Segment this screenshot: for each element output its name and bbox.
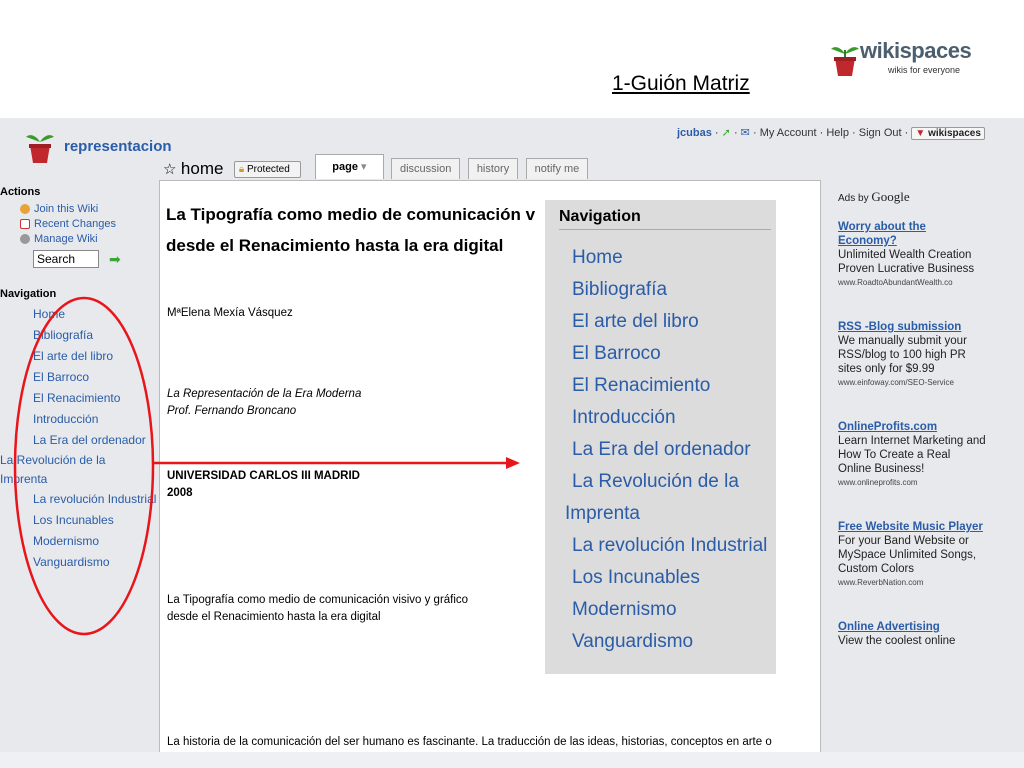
tab-notify-me[interactable]: notify me bbox=[525, 158, 589, 179]
ad-item[interactable]: Free Website Music Player For your Band … bbox=[838, 520, 986, 590]
calendar-icon bbox=[20, 219, 30, 229]
tab-page[interactable]: page ▾ bbox=[315, 154, 384, 179]
mail-icon[interactable]: ✉ bbox=[741, 127, 750, 139]
wiki-screenshot: representacion jcubas · ➚ · ✉ · My Accou… bbox=[0, 118, 1024, 752]
slide-title: 1-Guión Matriz bbox=[612, 72, 750, 95]
zoom-link-incunables[interactable]: Los Incunables bbox=[545, 562, 776, 594]
wikispaces-mini-logo[interactable]: ▼ wikispaces bbox=[911, 127, 985, 140]
flowerpot-icon bbox=[831, 47, 859, 76]
join-wiki-link[interactable]: Join this Wiki bbox=[0, 202, 158, 217]
actions-heading: Actions bbox=[0, 186, 41, 198]
zoom-link-introduccion[interactable]: Introducción bbox=[545, 402, 776, 434]
zoom-link-arte-del-libro[interactable]: El arte del libro bbox=[545, 306, 776, 338]
zoom-link-barroco[interactable]: El Barroco bbox=[545, 338, 776, 370]
nav-link-vanguardismo[interactable]: Vanguardismo bbox=[0, 552, 158, 573]
zoom-link-renacimiento[interactable]: El Renacimiento bbox=[545, 370, 776, 402]
username-link[interactable]: jcubas bbox=[677, 127, 712, 139]
ad-item[interactable]: OnlineProfits.com Learn Internet Marketi… bbox=[838, 420, 986, 490]
year-text: 2008 bbox=[167, 487, 193, 499]
zoom-link-modernismo[interactable]: Modernismo bbox=[545, 594, 776, 626]
zoom-link-revolucion-industrial[interactable]: La revolución Industrial bbox=[545, 530, 776, 562]
course-text: La Representación de la Era Moderna bbox=[167, 388, 362, 400]
site-logo-icon bbox=[26, 135, 54, 163]
brand-name: wikispaces bbox=[860, 38, 972, 63]
join-icon bbox=[20, 204, 30, 214]
content-title: La Tipografía como medio de comunicación… bbox=[166, 205, 536, 255]
recent-changes-link[interactable]: Recent Changes bbox=[0, 217, 158, 232]
subtitle-line2: desde el Renacimiento hasta la era digit… bbox=[167, 611, 381, 623]
ads-by-google: Ads by Google bbox=[838, 189, 910, 205]
nav-link-bibliografia[interactable]: Bibliografía bbox=[0, 325, 158, 346]
nav-link-revolucion-industrial[interactable]: La revolución Industrial bbox=[0, 489, 158, 510]
nav-link-era-ordenador[interactable]: La Era del ordenador bbox=[0, 430, 158, 451]
zoom-link-era-ordenador[interactable]: La Era del ordenador bbox=[545, 434, 776, 466]
navigation-zoom-callout: Navigation Home Bibliografía El arte del… bbox=[545, 200, 776, 674]
zoom-link-revolucion-imprenta[interactable]: La Revolución de la bbox=[545, 466, 776, 498]
zoom-navigation-heading: Navigation bbox=[559, 208, 771, 230]
ad-item[interactable]: Online Advertising View the coolest onli… bbox=[838, 620, 986, 648]
navigation-list: Home Bibliografía El arte del libro El B… bbox=[0, 304, 158, 573]
gear-icon bbox=[20, 234, 30, 244]
lock-icon: 🔒︎ bbox=[238, 163, 245, 175]
sign-out-link[interactable]: Sign Out bbox=[859, 127, 902, 139]
ad-item[interactable]: Worry about the Economy? Unlimited Wealt… bbox=[838, 220, 986, 290]
author-text: MªElena Mexía Vásquez bbox=[167, 307, 293, 319]
zoom-link-home[interactable]: Home bbox=[545, 242, 776, 274]
nav-link-modernismo[interactable]: Modernismo bbox=[0, 531, 158, 552]
my-account-link[interactable]: My Account bbox=[760, 127, 817, 139]
brand-tagline: wikis for everyone bbox=[888, 65, 961, 75]
professor-text: Prof. Fernando Broncano bbox=[167, 405, 297, 417]
refresh-icon[interactable]: ➚ bbox=[722, 127, 731, 139]
search-input[interactable] bbox=[33, 250, 99, 268]
tab-history[interactable]: history bbox=[467, 158, 519, 179]
zoom-link-vanguardismo[interactable]: Vanguardismo bbox=[545, 626, 776, 658]
protected-badge: 🔒︎ Protected bbox=[233, 160, 301, 178]
help-link[interactable]: Help bbox=[826, 127, 849, 139]
tab-discussion[interactable]: discussion bbox=[391, 158, 461, 179]
nav-link-arte-del-libro[interactable]: El arte del libro bbox=[0, 346, 158, 367]
ad-item[interactable]: RSS -Blog submission We manually submit … bbox=[838, 320, 986, 390]
zoom-link-imprenta[interactable]: Imprenta bbox=[545, 498, 776, 530]
nav-link-renacimiento[interactable]: El Renacimiento bbox=[0, 388, 158, 409]
search-row: ➡ bbox=[33, 250, 158, 268]
page-title: home bbox=[180, 159, 224, 178]
site-name[interactable]: representacion bbox=[64, 138, 172, 155]
subtitle-line1: La Tipografía como medio de comunicación… bbox=[167, 594, 469, 606]
navigation-heading: Navigation bbox=[0, 288, 57, 300]
body-text: La historia de la comunicación del ser h… bbox=[167, 736, 772, 748]
page-tabs: ☆ home 🔒︎ Protected page ▾ discussion hi… bbox=[163, 154, 591, 180]
sidebar: Actions Join this Wiki Recent Changes Ma… bbox=[0, 186, 158, 573]
wikispaces-logo: wikispaces wikis for everyone bbox=[828, 38, 988, 104]
ads-column: Ads by Google Worry about the Economy? U… bbox=[838, 190, 986, 678]
nav-link-incunables[interactable]: Los Incunables bbox=[0, 510, 158, 531]
star-icon[interactable]: ☆ bbox=[163, 161, 176, 178]
university-text: UNIVERSIDAD CARLOS III MADRID bbox=[167, 470, 360, 482]
search-go-icon[interactable]: ➡ bbox=[109, 251, 121, 268]
bottom-strip bbox=[0, 752, 1024, 768]
nav-link-introduccion[interactable]: Introducción bbox=[0, 409, 158, 430]
manage-wiki-link[interactable]: Manage Wiki bbox=[0, 232, 158, 247]
zoom-navigation-list: Home Bibliografía El arte del libro El B… bbox=[545, 242, 776, 658]
nav-link-revolucion-imprenta[interactable]: La Revolución de la Imprenta bbox=[0, 451, 130, 489]
nav-link-barroco[interactable]: El Barroco bbox=[0, 367, 158, 388]
zoom-link-bibliografia[interactable]: Bibliografía bbox=[545, 274, 776, 306]
user-toolbar: jcubas · ➚ · ✉ · My Account · Help · Sig… bbox=[677, 126, 985, 140]
chevron-down-icon: ▾ bbox=[361, 161, 367, 173]
nav-link-home[interactable]: Home bbox=[0, 304, 158, 325]
